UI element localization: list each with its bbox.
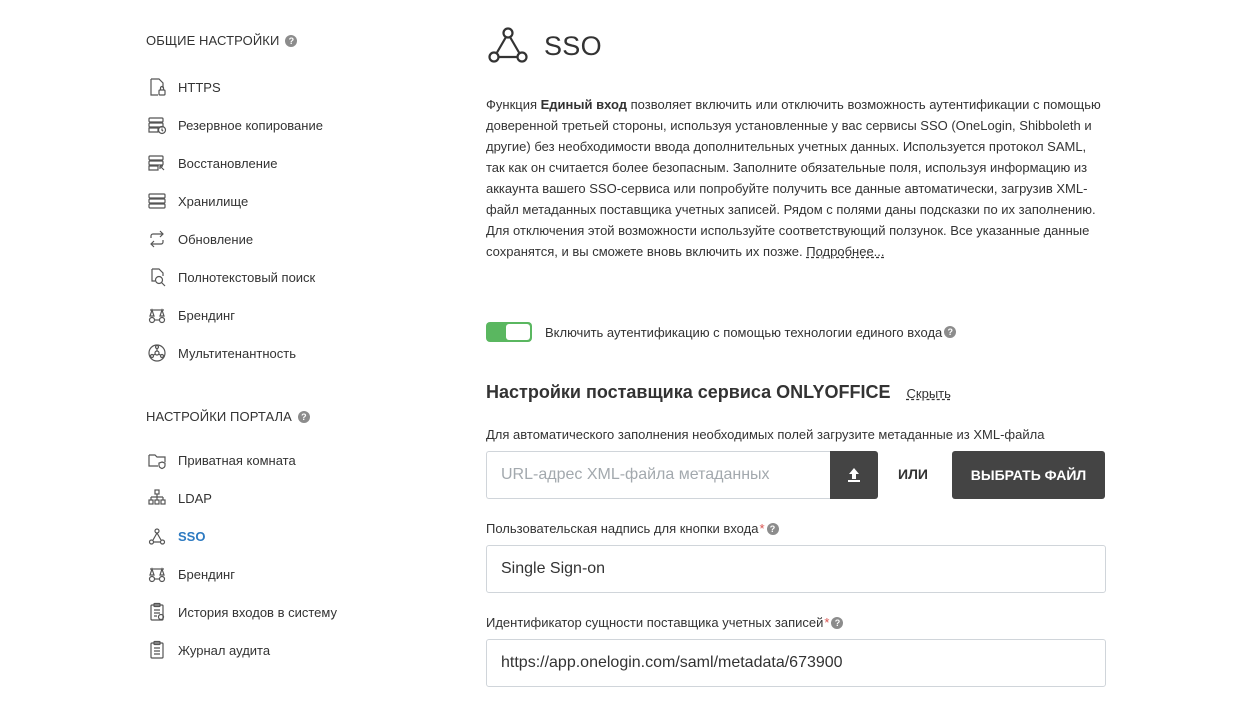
- backup-icon: [146, 114, 168, 136]
- sso-enable-label: Включить аутентификацию с помощью технол…: [545, 324, 943, 340]
- sidebar-item-multitenancy[interactable]: Мультитенантность: [146, 342, 296, 364]
- ldap-icon: [146, 487, 168, 509]
- update-icon: [146, 228, 168, 250]
- sidebar-item-storage[interactable]: Хранилище: [146, 190, 248, 212]
- restore-icon: [146, 152, 168, 174]
- choose-file-button[interactable]: ВЫБРАТЬ ФАЙЛ: [952, 451, 1105, 499]
- required-mark: *: [759, 521, 765, 536]
- more-info-link[interactable]: Подробнее...: [806, 244, 884, 259]
- toggle-knob: [506, 324, 530, 340]
- portal-settings-title: НАСТРОЙКИ ПОРТАЛА: [146, 409, 292, 424]
- storage-icon: [146, 190, 168, 212]
- sidebar-item-label: Восстановление: [178, 155, 278, 171]
- branding-icon: [146, 304, 168, 326]
- settings-page: ОБЩИЕ НАСТРОЙКИ ? HTTPS Резервное копиро…: [0, 0, 1240, 708]
- entity-id-input[interactable]: [486, 639, 1106, 687]
- sso-icon: [146, 525, 168, 547]
- button-caption-label-text: Пользовательская надпись для кнопки вход…: [486, 521, 759, 536]
- metadata-hint-text: Для автоматического заполнения необходим…: [486, 427, 1045, 442]
- lock-doc-icon: [146, 76, 168, 98]
- sidebar-item-private-room[interactable]: Приватная комната: [146, 449, 296, 471]
- sidebar-item-sso[interactable]: SSO: [146, 525, 205, 547]
- multitenancy-icon: [146, 342, 168, 364]
- entity-id-label-text: Идентификатор сущности поставщика учетны…: [486, 615, 824, 630]
- sidebar-item-label: Брендинг: [178, 307, 235, 323]
- sidebar-item-restore[interactable]: Восстановление: [146, 152, 277, 174]
- required-mark: *: [824, 615, 830, 630]
- sidebar-item-audit-log[interactable]: Журнал аудита: [146, 639, 270, 661]
- portal-settings-header: НАСТРОЙКИ ПОРТАЛА ?: [146, 409, 310, 424]
- sidebar-item-label: HTTPS: [178, 79, 221, 95]
- help-icon[interactable]: ?: [285, 34, 298, 47]
- sidebar-item-label: Мультитенантность: [178, 345, 296, 361]
- description-intro: Функция: [486, 97, 541, 112]
- sso-icon: [488, 27, 528, 63]
- description-body: позволяет включить или отключить возможн…: [486, 97, 1101, 259]
- sidebar-item-label: Обновление: [178, 231, 254, 247]
- sidebar-item-fulltext-search[interactable]: Полнотекстовый поиск: [146, 266, 315, 288]
- sidebar-item-branding[interactable]: Брендинг: [146, 304, 235, 326]
- sso-enable-row: Включить аутентификацию с помощью технол…: [486, 322, 957, 342]
- private-room-icon: [146, 449, 168, 471]
- page-title-text: SSO: [544, 30, 602, 61]
- sp-settings-header: Настройки поставщика сервиса ONLYOFFICE …: [486, 382, 951, 403]
- entity-id-label: Идентификатор сущности поставщика учетны…: [486, 615, 844, 630]
- button-caption-input[interactable]: [486, 545, 1106, 593]
- sidebar-item-label: Полнотекстовый поиск: [178, 269, 316, 285]
- sidebar-item-label: LDAP: [178, 490, 212, 506]
- sso-enable-toggle[interactable]: [486, 322, 532, 342]
- help-icon[interactable]: ?: [831, 616, 844, 629]
- sidebar-item-portal-branding[interactable]: Брендинг: [146, 563, 235, 585]
- sso-description: Функция Единый вход позволяет включить и…: [486, 94, 1106, 262]
- sidebar-item-label: Приватная комната: [178, 452, 296, 468]
- sidebar-item-ldap[interactable]: LDAP: [146, 487, 212, 509]
- sidebar-item-login-history[interactable]: История входов в систему: [146, 601, 337, 623]
- description-feature-name: Единый вход: [540, 97, 628, 112]
- sidebar-item-backup[interactable]: Резервное копирование: [146, 114, 323, 136]
- sidebar-item-label: Хранилище: [178, 193, 249, 209]
- metadata-url-input[interactable]: [486, 451, 830, 499]
- login-history-icon: [146, 601, 168, 623]
- upload-metadata-button[interactable]: [830, 451, 878, 499]
- sidebar-item-label: Журнал аудита: [178, 642, 271, 658]
- general-settings-title: ОБЩИЕ НАСТРОЙКИ: [146, 33, 280, 48]
- sp-settings-title: Настройки поставщика сервиса ONLYOFFICE: [486, 382, 891, 402]
- hide-link[interactable]: Скрыть: [907, 386, 951, 401]
- upload-icon: [848, 468, 860, 482]
- metadata-hint: Для автоматического заполнения необходим…: [486, 427, 1044, 442]
- audit-log-icon: [146, 639, 168, 661]
- help-icon[interactable]: ?: [766, 522, 779, 535]
- button-caption-label: Пользовательская надпись для кнопки вход…: [486, 521, 779, 536]
- sidebar-item-update[interactable]: Обновление: [146, 228, 253, 250]
- page-title: SSO: [486, 24, 602, 68]
- sidebar-item-label: Брендинг: [178, 566, 235, 582]
- sidebar-item-https[interactable]: HTTPS: [146, 76, 221, 98]
- help-icon[interactable]: ?: [297, 410, 310, 423]
- general-settings-header: ОБЩИЕ НАСТРОЙКИ ?: [146, 33, 298, 48]
- sidebar-item-label: Резервное копирование: [178, 117, 323, 133]
- or-label: ИЛИ: [898, 466, 928, 482]
- sidebar-item-label: SSO: [178, 528, 206, 544]
- search-doc-icon: [146, 266, 168, 288]
- help-icon[interactable]: ?: [944, 326, 957, 338]
- sidebar-item-label: История входов в систему: [178, 604, 337, 620]
- branding-icon: [146, 563, 168, 585]
